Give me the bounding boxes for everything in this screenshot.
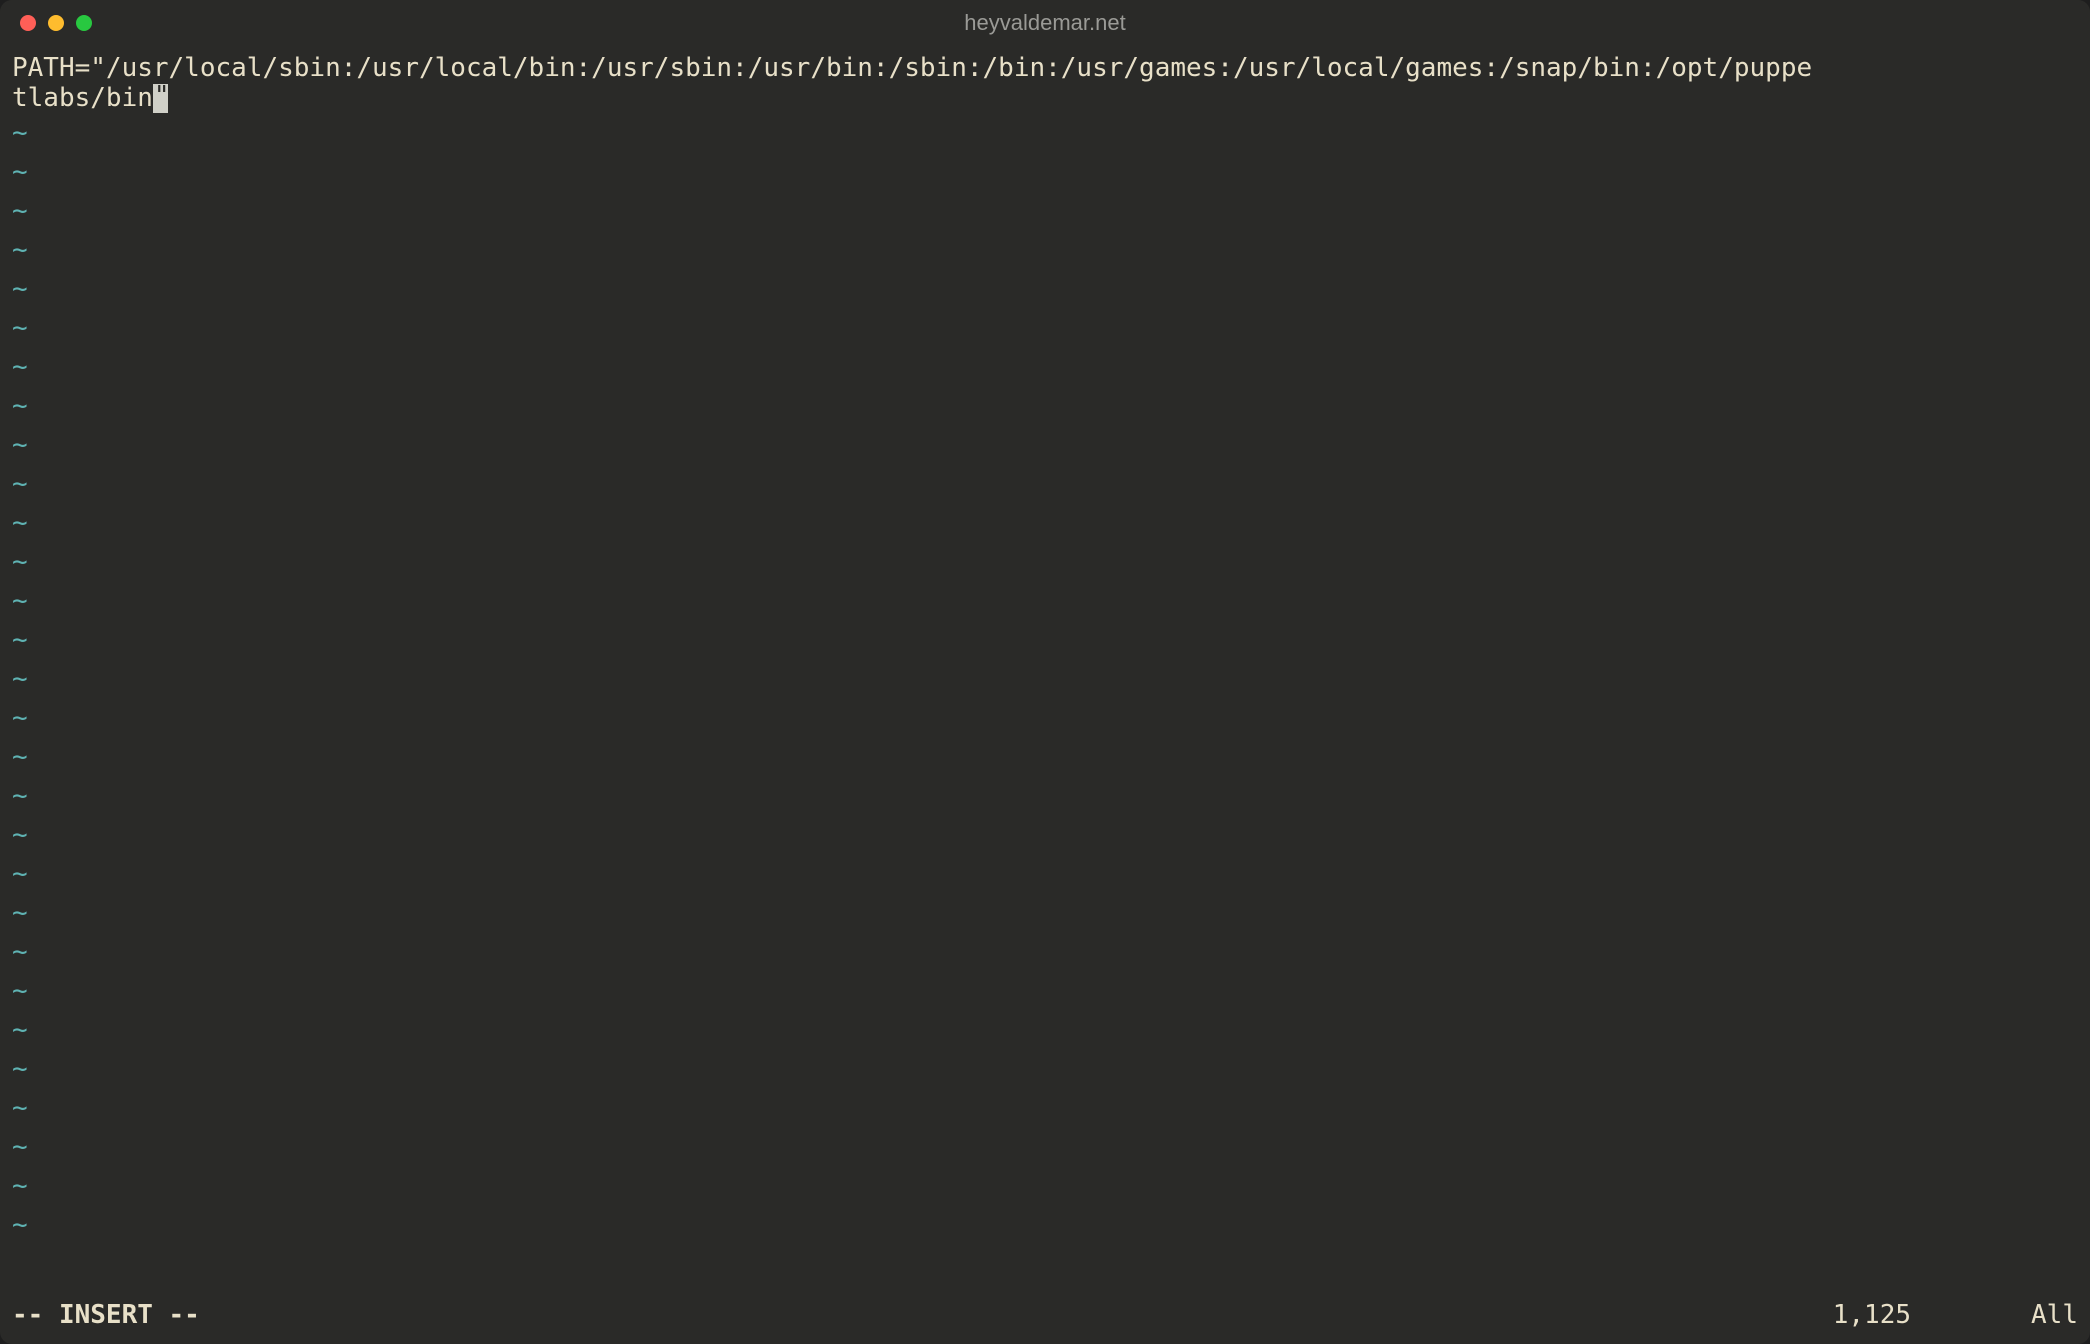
- empty-line-tilde: ~: [12, 231, 2078, 270]
- empty-line-tilde: ~: [12, 777, 2078, 816]
- empty-line-tilde: ~: [12, 1206, 2078, 1245]
- empty-line-tilde: ~: [12, 153, 2078, 192]
- empty-line-tilde: ~: [12, 855, 2078, 894]
- vim-mode-indicator: -- INSERT --: [12, 1300, 200, 1330]
- empty-line-tilde: ~: [12, 309, 2078, 348]
- empty-line-tilde: ~: [12, 933, 2078, 972]
- empty-line-tilde: ~: [12, 894, 2078, 933]
- empty-line-tilde: ~: [12, 699, 2078, 738]
- empty-line-tilde: ~: [12, 816, 2078, 855]
- cursor-position: 1,125: [1833, 1300, 1911, 1330]
- maximize-icon[interactable]: [76, 15, 92, 31]
- empty-line-tilde: ~: [12, 1050, 2078, 1089]
- window-title: heyvaldemar.net: [964, 10, 1125, 36]
- scroll-indicator: All: [2031, 1300, 2078, 1330]
- editor-content-area[interactable]: PATH="/usr/local/sbin:/usr/local/bin:/us…: [12, 54, 2078, 1296]
- minimize-icon[interactable]: [48, 15, 64, 31]
- terminal-window: heyvaldemar.net PATH="/usr/local/sbin:/u…: [0, 0, 2090, 1344]
- empty-line-tilde: ~: [12, 348, 2078, 387]
- empty-line-tilde: ~: [12, 543, 2078, 582]
- empty-lines: ~~~~~~~~~~~~~~~~~~~~~~~~~~~~~: [12, 114, 2078, 1296]
- close-icon[interactable]: [20, 15, 36, 31]
- content-line-1[interactable]: PATH="/usr/local/sbin:/usr/local/bin:/us…: [12, 54, 1812, 83]
- empty-line-tilde: ~: [12, 504, 2078, 543]
- empty-line-tilde: ~: [12, 465, 2078, 504]
- empty-line-tilde: ~: [12, 1167, 2078, 1206]
- empty-line-tilde: ~: [12, 738, 2078, 777]
- text-cursor: [153, 84, 169, 113]
- empty-line-tilde: ~: [12, 114, 2078, 153]
- editor-text-content[interactable]: PATH="/usr/local/sbin:/usr/local/bin:/us…: [12, 54, 2078, 114]
- empty-line-tilde: ~: [12, 1089, 2078, 1128]
- empty-line-tilde: ~: [12, 192, 2078, 231]
- empty-line-tilde: ~: [12, 1011, 2078, 1050]
- empty-line-tilde: ~: [12, 972, 2078, 1011]
- status-right: 1,125 All: [1833, 1300, 2078, 1330]
- empty-line-tilde: ~: [12, 660, 2078, 699]
- editor-body[interactable]: PATH="/usr/local/sbin:/usr/local/bin:/us…: [0, 46, 2090, 1296]
- window-titlebar[interactable]: heyvaldemar.net: [0, 0, 2090, 46]
- empty-line-tilde: ~: [12, 582, 2078, 621]
- traffic-lights: [0, 15, 92, 31]
- empty-line-tilde: ~: [12, 1128, 2078, 1167]
- empty-line-tilde: ~: [12, 387, 2078, 426]
- empty-line-tilde: ~: [12, 270, 2078, 309]
- empty-line-tilde: ~: [12, 426, 2078, 465]
- vim-statusbar: -- INSERT -- 1,125 All: [0, 1296, 2090, 1344]
- empty-line-tilde: ~: [12, 621, 2078, 660]
- content-line-2[interactable]: tlabs/bin: [12, 83, 153, 113]
